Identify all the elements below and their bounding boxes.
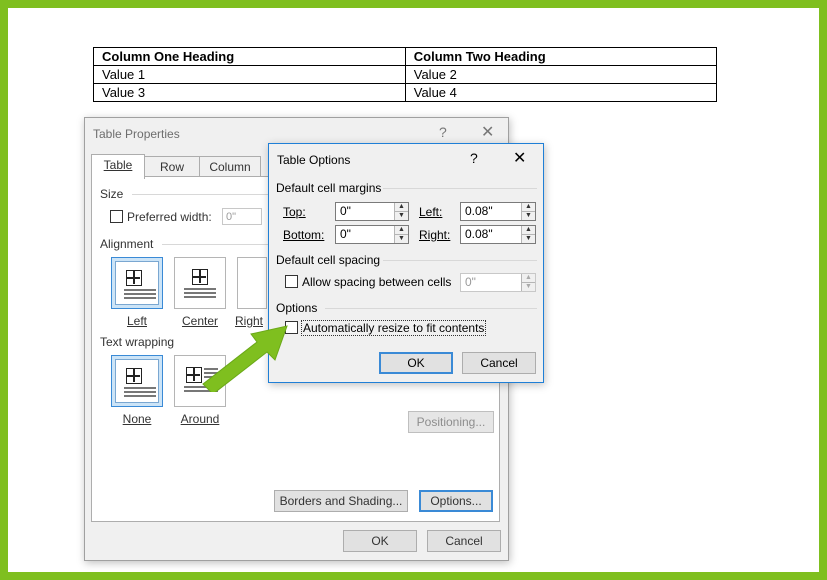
input-value: 0": [465, 275, 476, 289]
preferred-width-checkbox[interactable]: [110, 210, 123, 223]
divider: [383, 188, 537, 189]
cancel-button[interactable]: Cancel: [462, 352, 536, 374]
alignment-left-option[interactable]: [111, 257, 163, 309]
tile-inner: [115, 359, 159, 403]
wrapping-around-label: Around: [180, 412, 220, 426]
top-margin-label: Top:: [283, 205, 306, 219]
divider: [383, 260, 537, 261]
table-cell: Value 3: [93, 83, 406, 102]
spinner[interactable]: ▲ ▼: [521, 203, 535, 220]
preferred-width-label: Preferred width:: [127, 210, 212, 224]
text-lines-icon: [184, 288, 216, 300]
alignment-center-option[interactable]: [174, 257, 226, 309]
size-section-label: Size: [100, 187, 124, 201]
table-cell: Value 2: [404, 65, 718, 84]
bottom-margin-label: Bottom:: [283, 228, 325, 242]
borders-and-shading-button[interactable]: Borders and Shading...: [274, 490, 408, 512]
table-grid-icon: [126, 270, 142, 286]
tile-inner: [115, 261, 159, 305]
spin-up-icon[interactable]: ▲: [522, 203, 535, 212]
table-header-cell: Column Two Heading: [404, 47, 718, 66]
table-row: Value 3 Value 4: [93, 83, 718, 102]
spin-down-icon[interactable]: ▼: [522, 283, 535, 291]
cell-margins-section-label: Default cell margins: [276, 181, 382, 195]
preferred-width-input[interactable]: 0": [222, 208, 262, 225]
close-icon[interactable]: ✕: [513, 148, 526, 168]
text-lines-icon: [124, 387, 156, 399]
table-header-cell: Column One Heading: [93, 47, 406, 66]
allow-spacing-checkbox[interactable]: [285, 275, 298, 288]
top-margin-input[interactable]: 0" ▲ ▼: [335, 202, 409, 221]
spin-down-icon[interactable]: ▼: [395, 235, 408, 243]
spinner[interactable]: ▲ ▼: [394, 226, 408, 243]
table-header-row: Column One Heading Column Two Heading: [93, 47, 718, 66]
spinner[interactable]: ▲ ▼: [394, 203, 408, 220]
input-value: 0": [340, 204, 351, 218]
left-margin-input[interactable]: 0.08" ▲ ▼: [460, 202, 536, 221]
wrapping-none-label: None: [122, 412, 152, 426]
spin-up-icon[interactable]: ▲: [395, 226, 408, 235]
spin-down-icon[interactable]: ▼: [395, 212, 408, 220]
tab-label: Table: [103, 158, 133, 172]
right-margin-label: Right:: [419, 228, 451, 242]
allow-spacing-label: Allow spacing between cells: [302, 275, 452, 289]
wrapping-none-option[interactable]: [111, 355, 163, 407]
spacing-input[interactable]: 0" ▲ ▼: [460, 273, 536, 292]
cell-spacing-section-label: Default cell spacing: [276, 253, 381, 267]
help-icon[interactable]: ?: [439, 124, 447, 140]
pointer-arrow-icon: [202, 325, 288, 392]
spin-up-icon[interactable]: ▲: [522, 274, 535, 283]
text-lines-icon: [124, 289, 156, 301]
tab-column[interactable]: Column: [199, 156, 261, 177]
table-cell: Value 4: [404, 83, 718, 102]
close-icon[interactable]: ✕: [481, 122, 494, 142]
arrow-shape: [202, 325, 288, 392]
left-margin-label: Left:: [419, 205, 443, 219]
spin-down-icon[interactable]: ▼: [522, 212, 535, 220]
table-row: Value 1 Value 2: [93, 65, 718, 84]
ok-button[interactable]: OK: [343, 530, 417, 552]
table-options-dialog: Table Options ? ✕ Default cell margins T…: [268, 143, 544, 383]
divider: [325, 308, 537, 309]
tab-label: Row: [159, 160, 184, 174]
ok-button[interactable]: OK: [379, 352, 453, 374]
tab-table[interactable]: Table: [91, 154, 145, 179]
input-value: 0.08": [465, 204, 493, 218]
text-wrapping-section-label: Text wrapping: [100, 335, 175, 349]
spinner[interactable]: ▲ ▼: [521, 226, 535, 243]
table-grid-icon: [192, 269, 208, 285]
spinner[interactable]: ▲ ▼: [521, 274, 535, 291]
tab-row[interactable]: Row: [143, 156, 201, 177]
dialog-title: Table Options: [277, 153, 351, 167]
tab-label: Column: [209, 160, 251, 174]
table-grid-icon: [126, 368, 142, 384]
positioning-button[interactable]: Positioning...: [408, 411, 494, 433]
auto-resize-label: Automatically resize to fit contents: [301, 320, 487, 336]
document-table: Column One Heading Column Two Heading Va…: [93, 47, 718, 102]
input-value: 0.08": [465, 227, 493, 241]
spin-up-icon[interactable]: ▲: [395, 203, 408, 212]
alignment-left-label: Left: [126, 314, 147, 328]
help-icon[interactable]: ?: [470, 150, 478, 166]
input-value: 0": [340, 227, 351, 241]
options-button[interactable]: Options...: [419, 490, 493, 512]
alignment-right-option[interactable]: [237, 257, 267, 309]
spin-down-icon[interactable]: ▼: [522, 235, 535, 243]
tile-inner: [178, 261, 222, 305]
right-margin-input[interactable]: 0.08" ▲ ▼: [460, 225, 536, 244]
table-cell: Value 1: [93, 65, 406, 84]
spin-up-icon[interactable]: ▲: [522, 226, 535, 235]
alignment-section-label: Alignment: [100, 237, 154, 251]
bottom-margin-input[interactable]: 0" ▲ ▼: [335, 225, 409, 244]
cancel-button[interactable]: Cancel: [427, 530, 501, 552]
dialog-title: Table Properties: [93, 127, 180, 141]
